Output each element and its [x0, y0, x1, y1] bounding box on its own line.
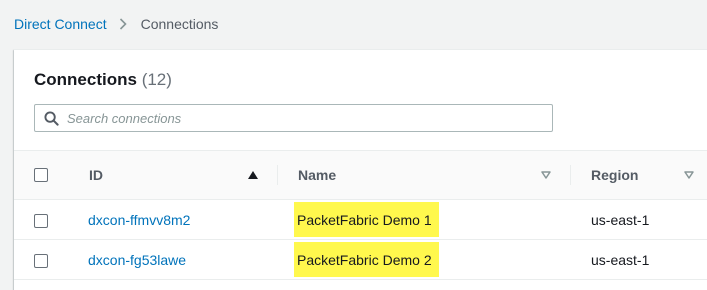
- search-icon: [44, 111, 59, 126]
- header-select-cell: [14, 150, 66, 200]
- search-box: [34, 104, 553, 132]
- panel-title-text: Connections: [34, 70, 137, 89]
- region-cell: us-east-1: [571, 239, 707, 280]
- region-cell: us-east-1: [571, 199, 707, 240]
- table-row: dxcon-fg53lawe PacketFabric Demo 2 us-ea…: [14, 239, 707, 280]
- select-all-checkbox[interactable]: [34, 168, 48, 182]
- panel-title: Connections (12): [34, 69, 172, 91]
- connection-id-link[interactable]: dxcon-fg53lawe: [88, 252, 186, 268]
- connection-region: us-east-1: [591, 211, 650, 228]
- name-cell: PacketFabric Demo 2: [278, 239, 571, 280]
- connections-count: (12): [141, 70, 172, 89]
- connection-id-link[interactable]: dxcon-ffmvv8m2: [88, 212, 190, 228]
- column-header-region-label: Region: [591, 167, 639, 183]
- column-header-id[interactable]: ID: [66, 150, 278, 200]
- connection-name: PacketFabric Demo 1: [294, 202, 439, 237]
- column-header-name[interactable]: Name: [278, 150, 571, 200]
- breadcrumb-current: Connections: [140, 16, 219, 32]
- connections-table: ID Name Region dxcon-ffmvv8m2 PacketFabr…: [14, 150, 707, 280]
- connection-name: PacketFabric Demo 2: [294, 242, 439, 277]
- id-cell: dxcon-ffmvv8m2: [66, 199, 278, 240]
- row-checkbox[interactable]: [34, 213, 48, 228]
- breadcrumb: Direct Connect Connections: [14, 15, 218, 33]
- column-header-id-label: ID: [89, 167, 103, 183]
- search-input[interactable]: [67, 105, 547, 131]
- table-row: dxcon-ffmvv8m2 PacketFabric Demo 1 us-ea…: [14, 199, 707, 240]
- sort-icon[interactable]: [541, 171, 551, 179]
- id-cell: dxcon-fg53lawe: [66, 239, 278, 280]
- breadcrumb-link-direct-connect[interactable]: Direct Connect: [14, 15, 107, 33]
- table-header-row: ID Name Region: [14, 150, 707, 200]
- chevron-right-icon: [119, 18, 127, 30]
- connections-panel: Connections (12) ID: [14, 49, 707, 290]
- connection-region: us-east-1: [591, 251, 650, 268]
- row-select-cell: [14, 239, 66, 280]
- column-header-name-label: Name: [298, 167, 337, 183]
- row-select-cell: [14, 199, 66, 240]
- name-cell: PacketFabric Demo 1: [278, 199, 571, 240]
- sort-ascending-icon[interactable]: [248, 171, 258, 179]
- sort-icon[interactable]: [684, 171, 694, 179]
- column-header-region[interactable]: Region: [571, 150, 707, 200]
- row-checkbox[interactable]: [34, 253, 48, 268]
